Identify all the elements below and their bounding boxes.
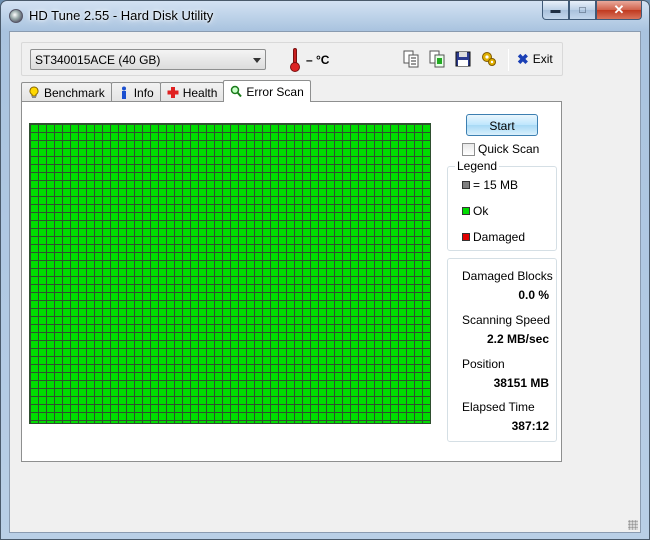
damaged-blocks-label: Damaged Blocks [462,269,553,283]
damaged-blocks-value: 0.0 % [518,288,549,302]
quick-scan-checkbox[interactable]: Quick Scan [462,142,539,156]
info-icon [118,86,130,99]
copy-screenshot-icon[interactable] [428,50,446,68]
scan-stats-group [447,258,557,442]
quick-scan-label: Quick Scan [478,142,540,156]
maximize-icon: □ [579,4,586,16]
legend-label: Ok [473,204,489,218]
legend-label: = 15 MB [473,178,519,192]
error-scan-icon [230,85,243,98]
exit-button[interactable]: ✖ Exit [517,52,553,66]
red-swatch-icon [462,233,470,241]
legend-item-block-size: = 15 MB [462,178,518,192]
tab-strip: Benchmark Info Health Error Scan [21,80,311,102]
green-swatch-icon [462,207,470,215]
toolbar-icons [402,50,498,68]
close-button[interactable]: ✕ [596,1,642,20]
drive-select-value: ST340015ACE (40 GB) [35,53,161,67]
tab-info-label: Info [133,86,154,100]
resize-grip[interactable] [628,520,638,530]
legend-item-damaged: Damaged [462,230,525,244]
save-icon[interactable] [454,50,472,68]
tab-error-scan[interactable]: Error Scan [223,80,311,102]
start-button[interactable]: Start [466,114,538,136]
scanning-speed-label: Scanning Speed [462,313,551,327]
temperature-readout: – °C [306,53,330,67]
error-scan-panel: Start Quick Scan Legend = 15 MB Ok Damag… [21,101,562,462]
copy-text-icon[interactable] [402,50,420,68]
tab-health[interactable]: Health [159,82,225,102]
elapsed-time-value: 387:12 [511,419,549,433]
client-area: ST340015ACE (40 GB) – °C ✖ Exit Benchmar… [9,31,641,533]
drive-select[interactable]: ST340015ACE (40 GB) [30,49,266,70]
tab-info[interactable]: Info [110,82,161,102]
window-title: HD Tune 2.55 - Hard Disk Utility [29,8,214,23]
close-icon: ✕ [613,2,625,17]
tab-error-scan-label: Error Scan [246,85,304,99]
legend-item-ok: Ok [462,204,488,218]
toolbar: ST340015ACE (40 GB) – °C ✖ Exit [21,42,563,76]
app-icon[interactable] [9,9,23,23]
exit-label: Exit [532,52,553,66]
elapsed-time-label: Elapsed Time [462,400,535,414]
main-window: HD Tune 2.55 - Hard Disk Utility ▬ □ ✕ S… [0,0,650,540]
scanning-speed-value: 2.2 MB/sec [486,332,549,346]
chevron-down-icon [253,58,261,63]
tab-benchmark-label: Benchmark [44,86,105,100]
position-label: Position [462,357,505,371]
gray-swatch-icon [462,181,470,189]
window-controls: ▬ □ ✕ [542,1,642,20]
health-icon [167,86,179,99]
legend-label: Damaged [473,230,526,244]
minimize-button[interactable]: ▬ [542,1,569,20]
toolbar-separator [508,49,509,71]
tab-benchmark[interactable]: Benchmark [21,82,112,102]
exit-icon: ✖ [517,51,529,67]
options-icon[interactable] [480,50,498,68]
start-button-label: Start [489,119,515,133]
maximize-button[interactable]: □ [569,1,596,20]
title-bar[interactable]: HD Tune 2.55 - Hard Disk Utility ▬ □ ✕ [1,1,649,31]
tab-health-label: Health [182,86,218,100]
minimize-icon: ▬ [550,4,561,16]
position-value: 38151 MB [493,376,549,390]
legend-title: Legend [455,159,500,173]
thermometer-icon [289,48,301,72]
scan-block-grid [29,123,431,424]
checkbox-icon[interactable] [462,142,475,156]
benchmark-icon [28,86,40,99]
